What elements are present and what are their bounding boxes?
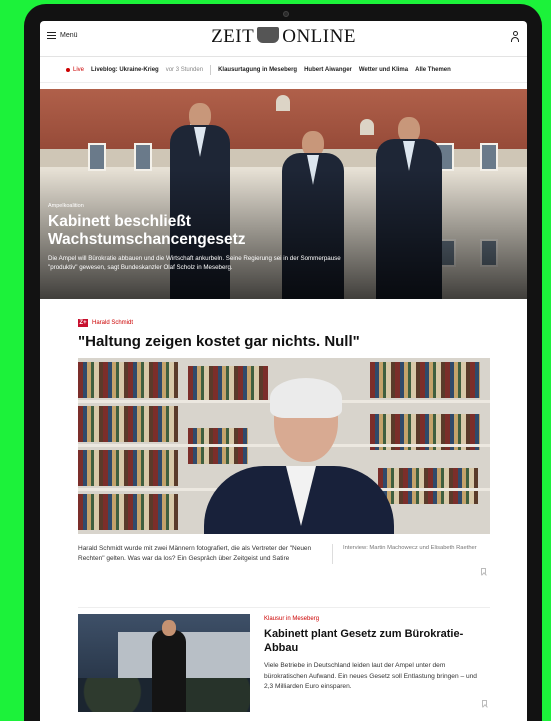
camera-icon (283, 11, 289, 17)
bookshelf-row (78, 450, 178, 486)
bureaucracy-teaser[interactable]: Klausur in Meseberg Kabinett plant Geset… (78, 607, 490, 717)
bureaucracy-title[interactable]: Kabinett plant Gesetz zum Bürokratie-Abb… (264, 627, 484, 655)
nav-link-meseberg[interactable]: Klausurtagung in Meseberg (218, 67, 297, 73)
nav-divider (210, 64, 212, 75)
topic-nav: Live Liveblog: Ukraine-Krieg vor 3 Stund… (40, 57, 527, 83)
user-icon[interactable] (510, 31, 520, 43)
hero-title[interactable]: Kabinett beschließt Wachstumschancengese… (48, 213, 348, 249)
interview-title[interactable]: "Haltung zeigen kostet gar nichts. Null" (78, 333, 490, 350)
interview-teaser[interactable]: Z+ Harald Schmidt "Haltung zeigen kostet… (78, 319, 490, 575)
hero-kicker: Ampelkoalition (48, 203, 84, 209)
hero-lead: Die Ampel will Bürokratie abbauen und di… (48, 255, 341, 271)
hero-image-window (480, 143, 498, 171)
photo-person (152, 620, 186, 712)
browser-screen: Menü ZEIT ONLINE Live Liveblog: Ukraine-K… (40, 21, 527, 721)
hero-text: Ampelkoalition Kabinett beschließt Wachs… (48, 203, 348, 272)
bookshelf-row (78, 362, 178, 398)
bureaucracy-text: Klausur in Meseberg Kabinett plant Geset… (264, 616, 484, 693)
nav-link-liveblog[interactable]: Liveblog: Ukraine-Krieg (91, 67, 159, 73)
tablet-frame: Menü ZEIT ONLINE Live Liveblog: Ukraine-K… (24, 4, 542, 721)
bookmark-icon[interactable] (482, 700, 487, 707)
logo-text-left: ZEIT (211, 26, 255, 47)
bookshelf-row (78, 494, 178, 530)
bookmark-icon[interactable] (481, 568, 486, 575)
nav-link-alle-themen[interactable]: Alle Themen (415, 67, 451, 73)
live-label: Live (73, 66, 85, 73)
site-header: Menü ZEIT ONLINE (40, 21, 527, 57)
eagle-seal-icon (257, 27, 280, 43)
nav-link-klima[interactable]: Wetter und Klima (359, 67, 408, 73)
nav-live-time: vor 3 Stunden (165, 66, 204, 73)
live-indicator[interactable]: Live (66, 67, 84, 73)
bookshelf-row (78, 406, 178, 442)
logo-text-right: ONLINE (282, 26, 356, 47)
hero-image-dormer (276, 95, 290, 111)
interviewee-figure (204, 378, 394, 534)
hero-teaser[interactable]: Ampelkoalition Kabinett beschließt Wachs… (40, 89, 527, 299)
interview-meta: Harald Schmidt wurde mit zwei Männern fo… (78, 544, 490, 575)
interview-credit: Interview: Martin Machowecz und Elisabet… (333, 544, 490, 575)
hero-image-dormer (360, 119, 374, 135)
site-logo[interactable]: ZEIT ONLINE (40, 26, 527, 48)
bureaucracy-kicker: Klausur in Meseberg (264, 616, 320, 622)
interview-lead: Harald Schmidt wurde mit zwei Männern fo… (78, 544, 333, 564)
interview-photo[interactable] (78, 358, 490, 534)
nav-link-aiwanger[interactable]: Hubert Aiwanger (304, 67, 352, 73)
credit-text: Interview: Martin Machowecz und Elisabet… (343, 545, 477, 551)
hero-image-window (134, 143, 152, 171)
teaser-author: Z+ Harald Schmidt (78, 319, 490, 327)
bureaucracy-photo[interactable] (78, 614, 250, 712)
author-name: Harald Schmidt (92, 320, 134, 326)
hero-image-window (88, 143, 106, 171)
bureaucracy-lead: Viele Betriebe in Deutschland leiden lau… (264, 662, 477, 690)
live-dot-icon (66, 67, 70, 72)
zplus-badge-icon: Z+ (78, 319, 88, 327)
